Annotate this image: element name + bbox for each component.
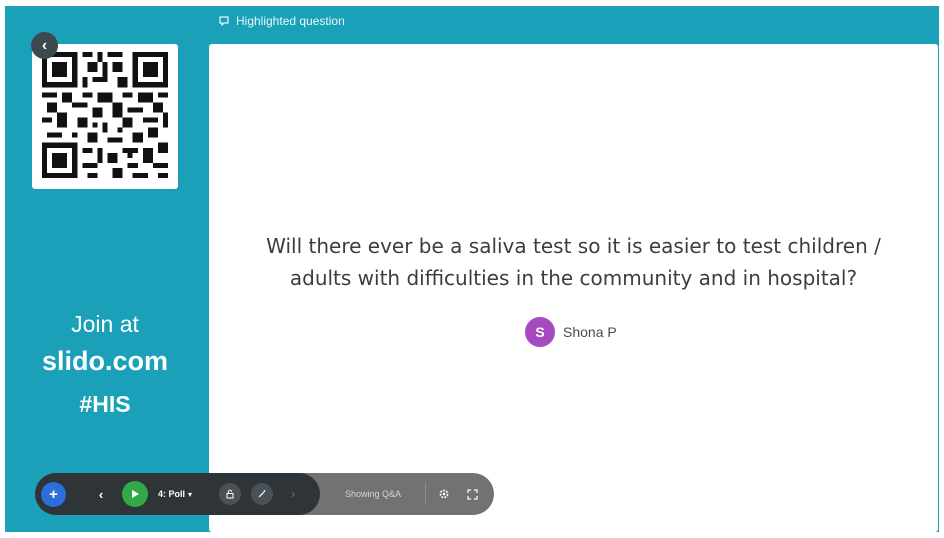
chevron-left-icon: ‹	[41, 36, 48, 54]
caret-down-icon: ▾	[188, 489, 193, 499]
qr-code-icon	[42, 52, 168, 178]
next-button[interactable]: ›	[285, 473, 301, 515]
question-author: S Shona P	[525, 317, 617, 347]
play-icon	[132, 490, 139, 498]
fullscreen-icon	[466, 488, 478, 500]
plus-icon: +	[49, 486, 58, 503]
question-line-1: Will there ever be a saliva test so it i…	[266, 234, 881, 258]
chevron-left-icon: ‹	[98, 486, 104, 502]
toolbar-divider	[425, 483, 426, 505]
poll-label: 4: Poll	[157, 489, 185, 499]
comment-icon	[219, 16, 229, 27]
header-label: Highlighted question	[236, 14, 345, 28]
previous-button[interactable]: ‹	[91, 473, 111, 515]
presenter-toolbar: + ‹ 4: Poll ▾ › Showing Q&A	[35, 473, 494, 515]
fullscreen-button[interactable]	[463, 473, 481, 515]
question-card: Will there ever be a saliva test so it i…	[209, 44, 938, 532]
question-text: Will there ever be a saliva test so it i…	[209, 230, 938, 294]
chevron-right-icon: ›	[291, 487, 295, 501]
settings-button[interactable]	[435, 473, 453, 515]
magic-button[interactable]	[251, 483, 273, 505]
join-url: slido.com	[41, 346, 169, 376]
question-line-2: adults with difficulties in the communit…	[289, 266, 858, 290]
add-button[interactable]: +	[41, 482, 66, 507]
qr-code-container	[32, 44, 178, 189]
status-text: Showing Q&A	[335, 473, 411, 515]
poll-selector[interactable]: 4: Poll ▾	[153, 473, 197, 515]
join-instructions: Join at slido.com #HIS	[0, 310, 210, 420]
highlighted-question-header: Highlighted question	[218, 14, 345, 28]
back-button[interactable]: ‹	[31, 32, 58, 59]
author-name: Shona P	[563, 324, 617, 340]
join-label: Join at	[71, 311, 139, 337]
magic-wand-icon	[258, 490, 266, 498]
play-button[interactable]	[122, 481, 148, 507]
lock-button[interactable]	[219, 483, 241, 505]
event-code: #HIS	[79, 391, 131, 417]
gear-icon	[439, 489, 449, 499]
lock-icon	[226, 489, 234, 499]
avatar: S	[525, 317, 555, 347]
status-label: Showing Q&A	[344, 489, 402, 499]
